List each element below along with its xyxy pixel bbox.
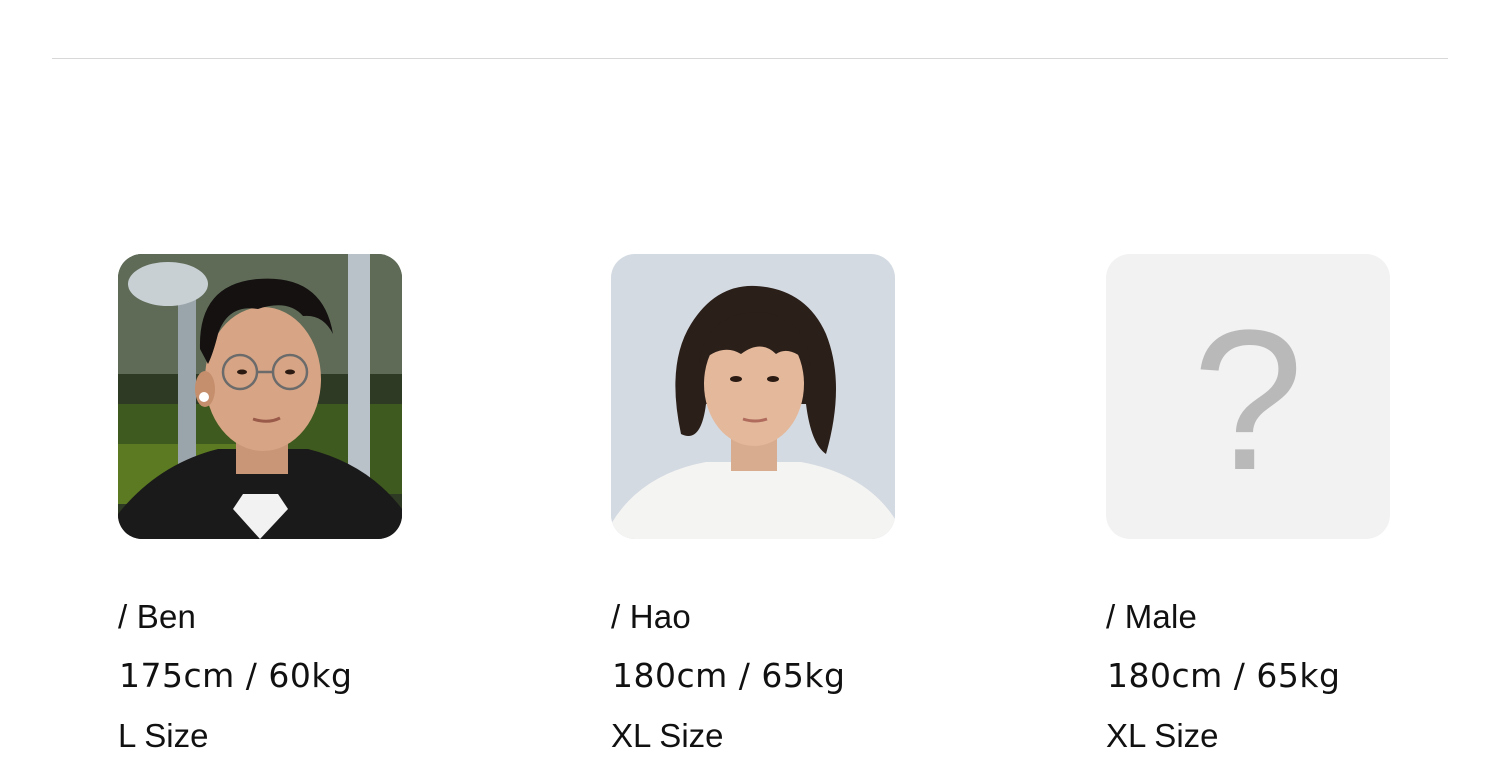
question-mark-icon: ?	[1192, 288, 1304, 512]
model-name: / Ben	[118, 598, 197, 635]
model-measurements: 180cm / 65kg	[1107, 656, 1341, 695]
model-name: / Hao	[611, 598, 691, 635]
photo-hao-illustration	[611, 254, 895, 539]
model-size: XL Size	[611, 717, 724, 754]
model-photo-placeholder: ?	[1106, 254, 1390, 539]
model-card-ben: / Ben 175cm / 60kg L Size	[118, 254, 418, 754]
photo-ben-illustration	[118, 254, 402, 539]
model-size: L Size	[118, 717, 209, 754]
top-divider	[52, 58, 1448, 59]
model-photo-hao	[611, 254, 895, 539]
model-measurements: 180cm / 65kg	[612, 656, 846, 695]
model-size: XL Size	[1106, 717, 1219, 754]
model-measurements: 175cm / 60kg	[119, 656, 353, 695]
model-card-hao: / Hao 180cm / 65kg XL Size	[611, 254, 911, 754]
model-card-male: ? / Male 180cm / 65kg XL Size	[1106, 254, 1406, 754]
model-name: / Male	[1106, 598, 1198, 635]
model-photo-ben	[118, 254, 402, 539]
